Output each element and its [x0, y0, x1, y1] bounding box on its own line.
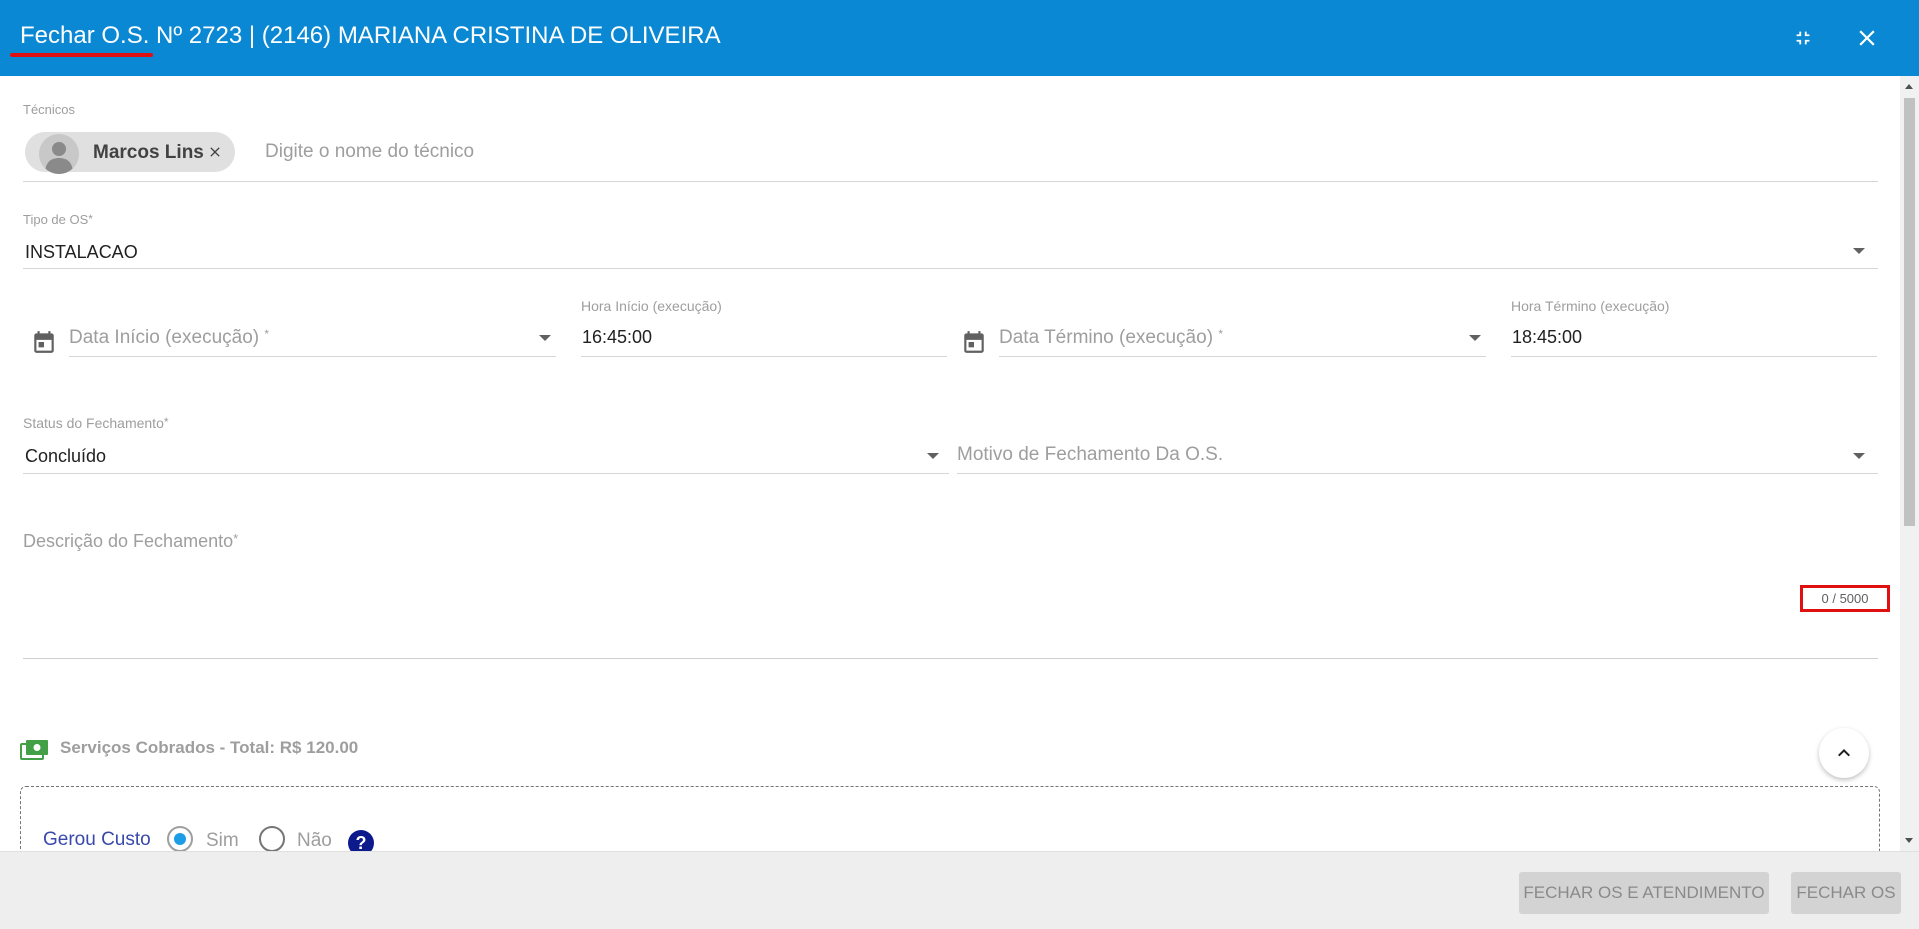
dialog-footer: FECHAR OS E ATENDIMENTO FECHAR OS	[0, 851, 1919, 929]
close-dialog-button[interactable]	[1847, 18, 1887, 58]
calendar-icon[interactable]	[31, 328, 57, 356]
money-icon	[20, 740, 48, 760]
avatar	[39, 134, 79, 174]
hora-inicio-label: Hora Início (execução)	[581, 298, 722, 314]
tecnico-chip-label: Marcos Lins	[93, 142, 204, 163]
scroll-down-arrow-icon[interactable]	[1905, 838, 1913, 843]
person-icon	[39, 134, 79, 174]
hora-inicio-underline	[581, 356, 947, 357]
fechar-os-e-atendimento-button[interactable]: FECHAR OS E ATENDIMENTO	[1519, 872, 1769, 914]
tipo-os-underline	[23, 268, 1878, 269]
calendar-icon[interactable]	[961, 328, 987, 356]
tecnicos-underline	[23, 181, 1878, 182]
scrollbar-thumb[interactable]	[1904, 98, 1915, 526]
motivo-fechamento-select[interactable]: Motivo de Fechamento Da O.S.	[957, 444, 1223, 466]
status-fechamento-underline	[23, 473, 949, 474]
tipo-os-select[interactable]: INSTALACAO	[25, 242, 138, 263]
hora-termino-label: Hora Término (execução)	[1511, 298, 1670, 314]
data-inicio-underline	[69, 356, 556, 357]
servicos-cobrados-title: Serviços Cobrados - Total: R$ 120.00	[60, 738, 359, 757]
hora-termino-underline	[1511, 356, 1877, 357]
radio-nao[interactable]	[259, 826, 285, 851]
scroll-up-arrow-icon[interactable]	[1905, 84, 1913, 89]
radio-selected-dot	[174, 833, 186, 845]
radio-sim-label: Sim	[206, 830, 239, 851]
dialog-content: Técnicos Marcos Lins Digite o nome do té…	[0, 76, 1900, 851]
data-termino-input[interactable]: Data Término (execução) *	[999, 327, 1223, 349]
chevron-down-icon[interactable]	[927, 453, 939, 459]
dialog-header: Fechar O.S. Nº 2723 | (2146) MARIANA CRI…	[0, 0, 1919, 76]
tecnico-search-input[interactable]: Digite o nome do técnico	[265, 141, 474, 163]
exit-fullscreen-icon	[1796, 31, 1810, 45]
chevron-up-icon	[1838, 749, 1850, 757]
status-fechamento-select[interactable]: Concluído	[25, 446, 106, 467]
close-icon	[210, 147, 220, 157]
data-inicio-input[interactable]: Data Início (execução) *	[69, 327, 269, 349]
dialog-title: Fechar O.S. Nº 2723 | (2146) MARIANA CRI…	[20, 22, 721, 49]
close-icon	[1859, 30, 1875, 46]
chip-remove-button[interactable]	[207, 144, 223, 160]
data-termino-underline	[999, 356, 1486, 357]
hora-termino-input[interactable]: 18:45:00	[1512, 327, 1582, 348]
descricao-underline	[23, 658, 1878, 659]
fechar-os-button[interactable]: FECHAR OS	[1791, 872, 1901, 914]
char-counter-highlight: 0 / 5000	[1800, 585, 1890, 612]
radio-sim[interactable]	[167, 826, 193, 851]
hora-inicio-input[interactable]: 16:45:00	[582, 327, 652, 348]
minimize-button[interactable]	[1783, 18, 1823, 58]
chevron-down-icon[interactable]	[539, 335, 551, 341]
vertical-scrollbar[interactable]	[1900, 76, 1919, 851]
chevron-down-icon[interactable]	[1853, 453, 1865, 459]
help-icon[interactable]: ?	[348, 830, 374, 851]
chevron-down-icon[interactable]	[1853, 248, 1865, 254]
radio-nao-label: Não	[297, 830, 332, 851]
collapse-section-button[interactable]	[1819, 728, 1869, 778]
title-highlight-underline	[10, 53, 153, 57]
chevron-down-icon[interactable]	[1469, 335, 1481, 341]
tecnicos-label: Técnicos	[23, 102, 76, 117]
status-fechamento-label: Status do Fechamento*	[23, 415, 169, 431]
tipo-os-label: Tipo de OS*	[23, 212, 93, 227]
motivo-fechamento-underline	[957, 473, 1878, 474]
gerou-custo-label: Gerou Custo	[43, 829, 151, 850]
char-counter: 0 / 5000	[1821, 591, 1869, 606]
descricao-textarea[interactable]: Descrição do Fechamento*	[23, 531, 238, 552]
